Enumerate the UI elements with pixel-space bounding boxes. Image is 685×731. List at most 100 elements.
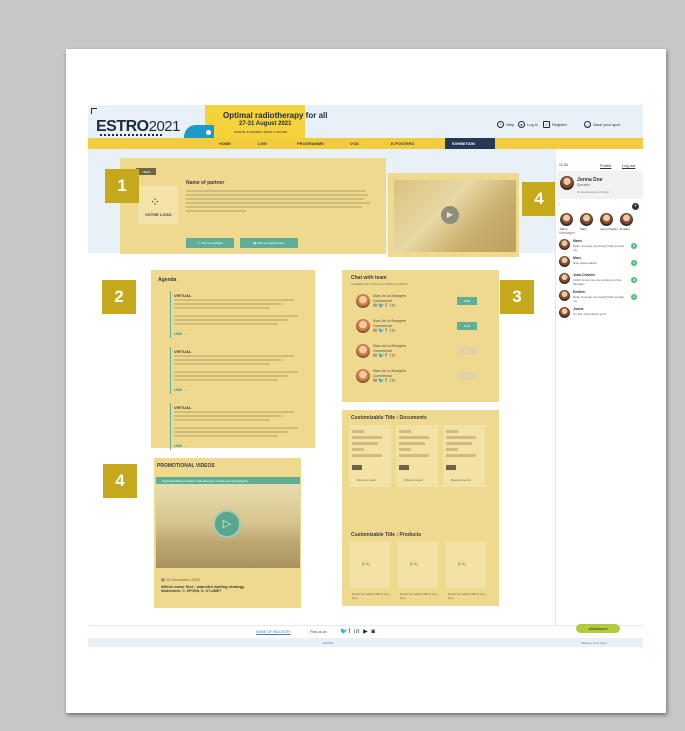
product-card[interactable] [350,542,390,588]
nav-live[interactable]: LIVE [258,141,267,146]
save-spot-link[interactable]: ◡ Save your spot [584,121,620,128]
partner-name: Name of partner [186,180,225,186]
document-placeholder [446,442,472,445]
product-caption: Name of product that is very long [352,592,390,600]
document-label: Other of event [404,478,424,482]
play-icon[interactable]: ▶ [441,206,459,224]
team-member-avatar[interactable] [356,294,370,308]
message-avatar[interactable] [559,307,570,318]
register-link[interactable]: ✓ Register [543,121,567,128]
product-image-placeholder: [1:1] [362,561,370,566]
section-badge-1: 1 [105,169,139,203]
message-sender: Marc [573,256,582,260]
help-link[interactable]: ? Help [497,121,514,128]
register-label: Register [552,122,567,127]
contact-avatar[interactable] [560,213,573,226]
social-icons[interactable]: 🐦f in ▶ ◙ [340,628,376,635]
agenda-text-line [174,435,278,437]
message-avatar[interactable] [559,273,570,284]
back-button[interactable]: ‹ Back [136,168,156,175]
agenda-item-rule [170,291,171,338]
message-sender: Marie [573,239,583,243]
partner-logo-text: VOTRE LOGO [145,212,172,217]
team-member-avatar[interactable] [356,369,370,383]
agenda-item-link[interactable]: LINK [174,388,182,392]
logo-main: ESTRO [96,118,149,135]
unread-count-badge: 2 [631,243,637,249]
team-member-name: Marc de La Bruegère [373,319,406,323]
footer: NAME OF INDUSTRY Find us on : 🐦f in ▶ ◙ … [88,624,643,638]
message-preview: Hello, how are you doing? Did you like m… [573,295,625,303]
logout-link[interactable]: Log out [622,163,635,168]
products-title: Customizable Title : Products [351,532,422,538]
agenda-item-kind: VIRTUAL [174,349,192,354]
agenda-item-link[interactable]: LINK [174,444,182,448]
document-placeholder [446,436,476,439]
team-member-name: Marc de La Bruegère [373,344,406,348]
team-member-avatar[interactable] [356,319,370,333]
promo-play-icon[interactable]: ▷ [215,512,239,536]
chat-button[interactable]: Chat [457,347,477,355]
agenda-text-line [174,307,270,309]
contact-avatar[interactable] [620,213,633,226]
partner-desc-line [186,206,362,208]
social-icons[interactable]: ✉🐦f in [373,353,396,359]
team-member-avatar[interactable] [356,344,370,358]
unread-count-badge: 3 [631,277,637,283]
event-dates: 27-31 August 2021 [239,121,292,127]
help-icon: ? [497,121,504,128]
chat-subtitle: Available from 7:00 am to 8:00 pm (CEST) [351,282,408,286]
chat-title: Chat with team [351,275,387,281]
user-avatar[interactable] [560,176,574,190]
nav-vod[interactable]: VOD [350,141,359,146]
logo-underline [100,134,164,136]
document-label: Book an event [357,478,377,482]
profile-link[interactable]: Profile [600,163,611,168]
contact-avatar[interactable] [600,213,613,226]
sidebar-time: 12:34 [559,163,568,167]
chat-button-label: Chat [463,374,471,378]
chat-button[interactable]: Chat [457,297,477,305]
appointment-label: Take an appointment [256,241,285,245]
assistance-button[interactable]: ● Assistance [576,624,620,633]
logo-icon: ⁘ [150,195,161,209]
appointment-button[interactable]: ▦ Take an appointment [240,238,298,248]
message-preview: I'm fine, what about you? [573,312,607,316]
agenda-item-link[interactable]: LINK [174,332,182,336]
product-card[interactable] [446,542,486,588]
agenda-text-line [174,303,282,305]
banner-dot [206,130,211,135]
visit-website-button[interactable]: ☐ Visit our website [186,238,234,248]
industry-link[interactable]: NAME OF INDUSTRY [256,630,291,634]
product-card[interactable] [398,542,438,588]
chat-button-label: Chat [463,299,471,303]
document-placeholder [352,430,364,433]
nav-programme[interactable]: PROGRAMME [297,141,324,146]
chat-button[interactable]: Chat [457,372,477,380]
agenda-text-line [174,415,282,417]
product-caption: Name of product that is very long [400,592,438,600]
team-member-name: Marc de La Bruegère [373,369,406,373]
contact-name: Jean-Charles [600,227,618,231]
nav-home[interactable]: HOME [219,141,231,146]
social-icons[interactable]: ✉🐦f in [373,328,396,334]
login-link[interactable]: ● Log in [518,121,538,128]
social-icons[interactable]: ✉🐦f in [373,303,396,309]
add-contact-icon[interactable]: + [632,203,639,210]
product-caption: Name of product that is very long [448,592,486,600]
contact-avatar[interactable] [580,213,593,226]
assistance-label: Assistance [590,626,608,631]
footer-credits: Made by ♥ by Cyim [581,641,607,645]
social-icons[interactable]: ✉🐦f in [373,378,396,384]
message-avatar[interactable] [559,239,570,250]
contact-name: Marc [580,227,587,231]
message-avatar[interactable] [559,290,570,301]
messages-label: Messages [559,231,575,235]
nav-eposters[interactable]: E-POSTERS [391,141,414,146]
agenda-text-line [174,379,278,381]
document-thumb [446,465,456,470]
chat-button[interactable]: Chat [457,322,477,330]
partner-desc-line [186,198,364,200]
message-avatar[interactable] [559,256,570,267]
nav-exhibition[interactable]: EXHIBITION [452,141,475,146]
